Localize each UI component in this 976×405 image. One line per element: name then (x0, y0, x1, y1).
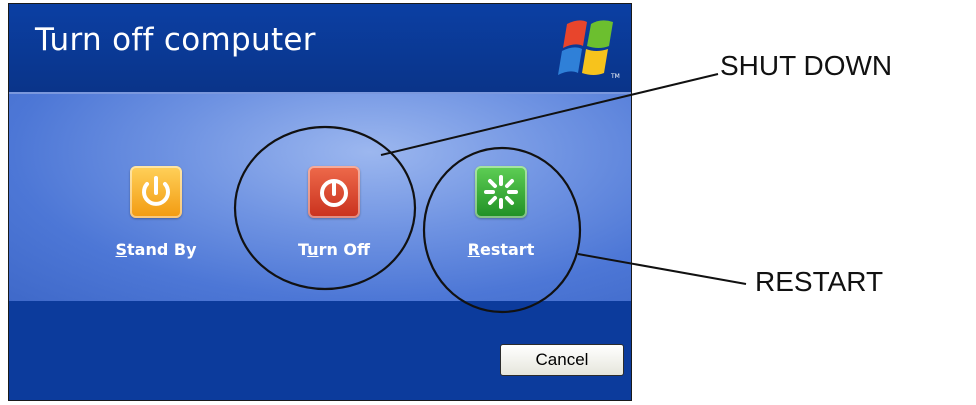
title-bar: Turn off computer TM (9, 4, 631, 92)
cancel-button[interactable]: Cancel (500, 344, 624, 376)
turn-off-button[interactable] (308, 166, 360, 218)
svg-text:TM: TM (610, 73, 620, 80)
stand-by-option[interactable]: Stand By (101, 166, 211, 259)
restart-label: Restart (467, 240, 535, 259)
windows-logo-icon: TM (558, 20, 620, 80)
dialog-title: Turn off computer (35, 22, 316, 58)
restart-icon (484, 175, 518, 209)
power-icon (320, 179, 348, 207)
stand-by-icon (142, 176, 170, 206)
turn-off-label: Turn Off (298, 240, 370, 259)
restart-option[interactable]: Restart (446, 166, 556, 259)
restart-button[interactable] (475, 166, 527, 218)
turn-off-option[interactable]: Turn Off (279, 166, 389, 259)
stand-by-button[interactable] (130, 166, 182, 218)
restart-annotation: RESTART (755, 266, 884, 297)
shut-down-annotation: SHUT DOWN (720, 50, 893, 81)
turn-off-dialog: Turn off computer TM Stand By Turn Off R… (8, 3, 632, 401)
stand-by-label: Stand By (115, 240, 197, 259)
